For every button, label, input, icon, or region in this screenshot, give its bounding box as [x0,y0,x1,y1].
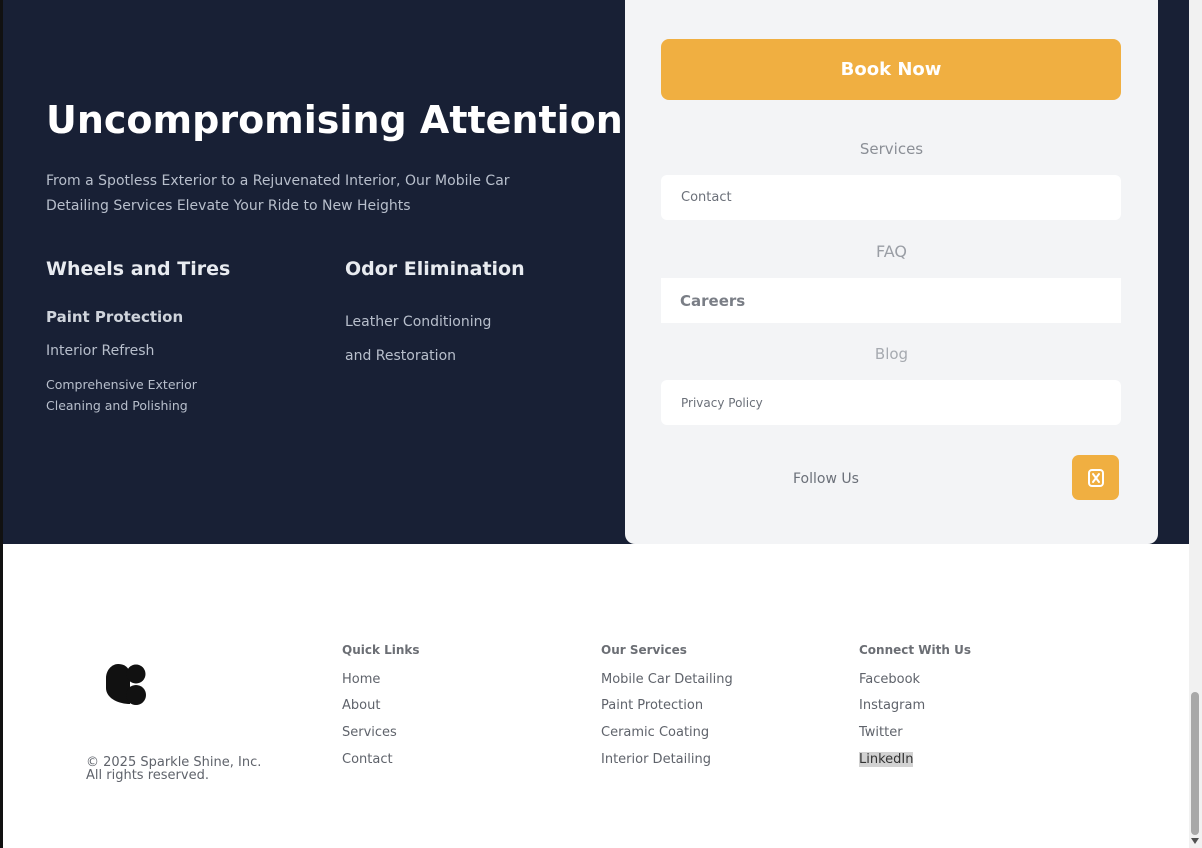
quick-links-heading: Quick Links [342,643,420,657]
footer-link-mobile-detailing[interactable]: Mobile Car Detailing [601,672,733,687]
feature-heading-wheels: Wheels and Tires [46,258,231,280]
panel-field-careers[interactable]: Careers [661,278,1121,323]
copyright-text: © 2025 Sparkle Shine, Inc. All rights re… [86,756,261,782]
scrollbar-thumb[interactable] [1191,692,1199,835]
panel-field-privacy-text: Privacy Policy [681,395,763,410]
feature-heading-odor: Odor Elimination [345,258,525,280]
panel-label-faq[interactable]: FAQ [625,242,1158,261]
book-now-button[interactable]: Book Now [661,39,1121,100]
panel-label-services[interactable]: Services [625,140,1158,158]
connect-heading: Connect With Us [859,643,971,657]
feature-item-interior: Interior Refresh [46,343,155,359]
feature-item-paint: Paint Protection [46,308,184,326]
footer-link-linkedin[interactable]: LinkedIn [859,752,914,767]
scroll-down-arrow-icon[interactable] [1191,838,1199,844]
follow-button[interactable] [1072,455,1119,500]
hero-title: Uncompromising Attention [46,98,623,142]
hero-subtitle: From a Spotless Exterior to a Rejuvenate… [46,173,510,214]
panel-field-careers-text: Careers [680,291,746,310]
panel-field-privacy[interactable]: Privacy Policy [661,380,1121,425]
footer-link-ceramic-coating[interactable]: Ceramic Coating [601,725,709,740]
panel-label-blog[interactable]: Blog [625,345,1158,363]
footer-link-contact[interactable]: Contact [342,752,393,767]
footer-link-twitter[interactable]: Twitter [859,725,903,740]
page-scrollbar[interactable] [1189,0,1202,848]
sparkle-shine-logo[interactable] [104,662,146,706]
footer-link-interior-detailing[interactable]: Interior Detailing [601,752,711,767]
footer-link-facebook[interactable]: Facebook [859,672,920,687]
feature-item-leather: Leather Conditioning and Restoration [345,314,492,364]
footer-link-home[interactable]: Home [342,672,380,687]
feature-item-exterior: Comprehensive Exterior Cleaning and Poli… [46,377,197,413]
panel-field-contact-text: Contact [681,190,732,205]
follow-us-label: Follow Us [793,471,859,487]
footer-link-services[interactable]: Services [342,725,397,740]
brand-badge-icon [1087,468,1104,487]
our-services-heading: Our Services [601,643,687,657]
booking-panel: Book Now Services Contact FAQ Careers Bl… [625,0,1158,544]
footer-link-instagram[interactable]: Instagram [859,698,925,713]
page-viewport: Uncompromising Attention From a Spotless… [0,0,1202,848]
footer-link-paint-protection[interactable]: Paint Protection [601,698,703,713]
footer-link-about[interactable]: About [342,698,380,713]
panel-field-contact[interactable]: Contact [661,175,1121,220]
copyright-line-2: All rights reserved. [86,768,209,783]
